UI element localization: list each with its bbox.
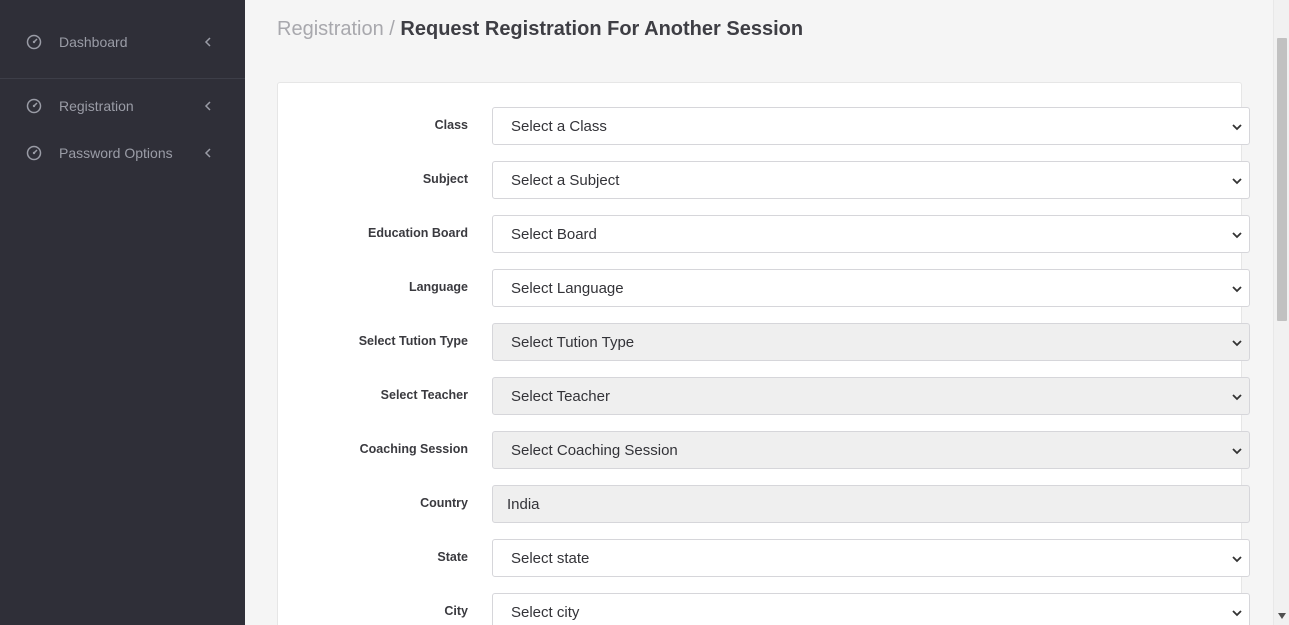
subject-label: Subject <box>422 172 468 186</box>
chevron-down-icon <box>1232 124 1242 131</box>
chevron-down-icon <box>1232 394 1242 401</box>
language-select[interactable]: Select Language <box>492 269 1250 307</box>
language-label: Language <box>408 280 468 294</box>
page-title: Request Registration For Another Session <box>400 18 804 40</box>
subject-select[interactable]: Select a Subject <box>492 161 1250 199</box>
breadcrumb: Registration / Request Registration For … <box>277 18 803 41</box>
teacher-label: Select Teacher <box>380 388 468 402</box>
main-content: Registration / Request Registration For … <box>245 0 1273 625</box>
registration-form: Class Select a Class Subject Select a Su… <box>277 82 1250 625</box>
breadcrumb-parent[interactable]: Registration <box>277 18 384 40</box>
breadcrumb-separator: / <box>389 18 395 40</box>
gauge-icon <box>26 145 42 161</box>
page-scrollbar[interactable] <box>1273 0 1289 625</box>
scrollbar-thumb[interactable] <box>1277 38 1287 321</box>
city-select[interactable]: Select city <box>492 593 1250 625</box>
country-label: Country <box>420 496 468 510</box>
sidebar-item-label: Dashboard <box>59 34 128 50</box>
gauge-icon <box>26 98 42 114</box>
class-select[interactable]: Select a Class <box>492 107 1250 145</box>
teacher-select-value: Select Teacher <box>511 387 610 405</box>
state-select[interactable]: Select state <box>492 539 1250 577</box>
chevron-down-icon <box>1232 232 1242 239</box>
tution-type-select-value: Select Tution Type <box>511 333 635 351</box>
education-board-label: Education Board <box>367 226 468 240</box>
teacher-select[interactable]: Select Teacher <box>492 377 1250 415</box>
sidebar-item-label: Password Options <box>59 145 173 161</box>
tution-type-label: Select Tution Type <box>358 334 468 348</box>
sidebar-item-registration[interactable]: Registration <box>0 86 245 126</box>
sidebar-divider <box>0 78 245 79</box>
chevron-down-icon <box>1232 610 1242 617</box>
coaching-session-select-value: Select Coaching Session <box>511 441 678 459</box>
language-select-value: Select Language <box>511 279 624 297</box>
class-select-value: Select a Class <box>511 117 607 135</box>
class-label: Class <box>434 118 468 132</box>
chevron-down-icon <box>1232 556 1242 563</box>
subject-select-value: Select a Subject <box>511 171 620 189</box>
education-board-select[interactable]: Select Board <box>492 215 1250 253</box>
state-select-value: Select state <box>511 549 590 567</box>
sidebar: Dashboard Registration Password Options <box>0 0 245 625</box>
chevron-down-icon <box>1232 178 1242 185</box>
coaching-session-label: Coaching Session <box>359 442 468 456</box>
chevron-down-icon <box>1232 448 1242 455</box>
sidebar-item-label: Registration <box>59 98 134 114</box>
chevron-left-icon <box>204 37 211 47</box>
sidebar-item-password-options[interactable]: Password Options <box>0 133 245 173</box>
country-input[interactable]: India <box>492 485 1250 523</box>
sidebar-item-dashboard[interactable]: Dashboard <box>0 22 245 62</box>
state-label: State <box>437 550 468 564</box>
scroll-down-arrow-icon[interactable] <box>1277 612 1287 620</box>
chevron-left-icon <box>204 148 211 158</box>
gauge-icon <box>26 34 42 50</box>
chevron-left-icon <box>204 101 211 111</box>
chevron-down-icon <box>1232 340 1242 347</box>
coaching-session-select[interactable]: Select Coaching Session <box>492 431 1250 469</box>
country-input-value: India <box>507 495 540 513</box>
tution-type-select[interactable]: Select Tution Type <box>492 323 1250 361</box>
chevron-down-icon <box>1232 286 1242 293</box>
city-select-value: Select city <box>511 603 580 621</box>
city-label: City <box>444 604 468 618</box>
education-board-select-value: Select Board <box>511 225 597 243</box>
